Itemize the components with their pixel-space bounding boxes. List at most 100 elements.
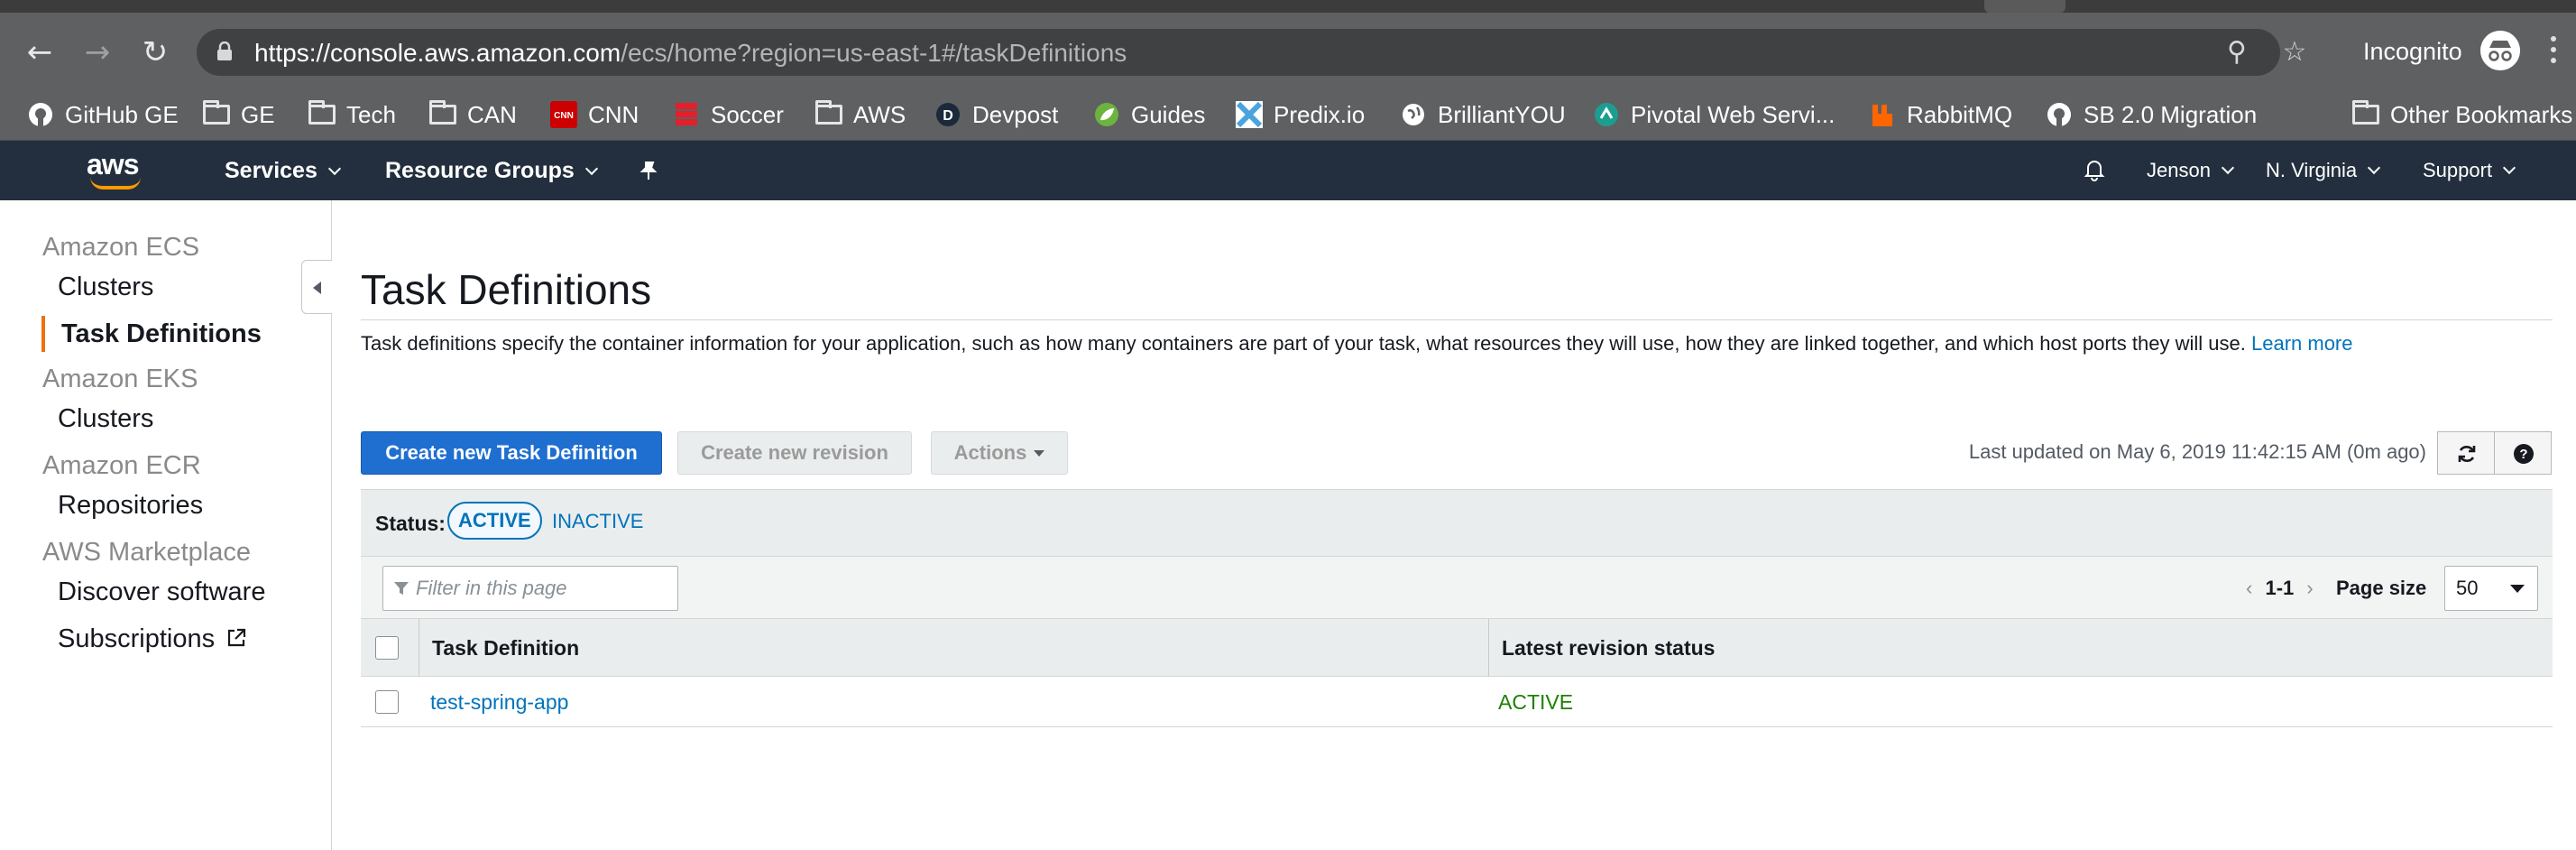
bookmark-github-ge[interactable]: GitHub GE [27, 88, 179, 141]
aws-logo[interactable]: aws [87, 150, 150, 191]
create-task-definition-button[interactable]: Create new Task Definition [361, 431, 662, 475]
resource-groups-menu[interactable]: Resource Groups [385, 141, 598, 200]
bookmark-guides[interactable]: Guides [1093, 88, 1205, 141]
notifications-icon[interactable] [2084, 141, 2105, 200]
main-content: Task Definitions Task definitions specif… [361, 200, 2553, 850]
row-checkbox[interactable] [375, 690, 399, 714]
sidebar-item-task-definitions[interactable]: Task Definitions [61, 319, 262, 349]
pin-icon[interactable] [639, 141, 658, 200]
page-title: Task Definitions [361, 266, 652, 313]
task-definition-link[interactable]: test-spring-app [430, 677, 568, 727]
filter-input[interactable] [382, 566, 678, 611]
region-menu[interactable]: N. Virginia [2266, 141, 2381, 200]
bookmark-label: AWS [853, 100, 906, 128]
sidebar-item-subscriptions[interactable]: Subscriptions [58, 624, 247, 654]
actions-dropdown[interactable]: Actions [931, 431, 1068, 475]
url-host: https://console.aws.amazon.com [254, 39, 621, 67]
title-divider [361, 319, 2553, 320]
bookmark-predix[interactable]: Predix.io [1236, 88, 1365, 141]
svg-text:?: ? [2519, 447, 2527, 462]
sidebar-item-discover-software[interactable]: Discover software [58, 577, 265, 607]
bookmark-can[interactable]: CAN [429, 88, 517, 141]
aws-smile-icon [90, 177, 141, 189]
bookmark-sb-migration[interactable]: SB 2.0 Migration [2046, 88, 2257, 141]
bookmark-other[interactable]: Other Bookmarks [2352, 88, 2572, 141]
help-icon: ? [2514, 444, 2534, 464]
support-menu[interactable]: Support [2423, 141, 2516, 200]
caret-left-icon [313, 282, 321, 294]
back-icon[interactable]: ← [20, 32, 60, 72]
devpost-icon: D [934, 101, 961, 128]
revision-status-value: ACTIVE [1498, 690, 1574, 714]
create-revision-button[interactable]: Create new revision [677, 431, 912, 475]
page-size-label: Page size [2336, 577, 2427, 599]
sidebar-section-ecs[interactable]: Amazon ECS [42, 233, 199, 263]
prev-page-icon[interactable]: ‹ [2246, 577, 2252, 599]
bookmark-aws[interactable]: AWS [815, 88, 906, 141]
zoom-icon[interactable]: ⚲ [2221, 36, 2253, 69]
browser-toolbar: ← → ↻ https://console.aws.amazon.com/ecs… [0, 13, 2576, 88]
column-header-revision-status[interactable]: Latest revision status [1488, 619, 2553, 677]
refresh-button[interactable] [2437, 431, 2495, 475]
forward-icon[interactable]: → [78, 32, 117, 72]
bookmark-cnn[interactable]: CNN CNN [550, 88, 639, 141]
support-label: Support [2423, 159, 2493, 181]
external-link-icon [227, 628, 246, 647]
browser-menu-icon[interactable] [2549, 36, 2558, 69]
bookmark-label: Other Bookmarks [2390, 100, 2573, 128]
folder-icon [2352, 100, 2379, 128]
next-page-icon[interactable]: › [2306, 577, 2313, 599]
page-description: Task definitions specify the container i… [361, 332, 2353, 356]
select-all-checkbox[interactable] [375, 636, 399, 660]
services-menu[interactable]: Services [225, 141, 341, 200]
bookmark-brilliantyou[interactable]: BrilliantYOU [1400, 88, 1566, 141]
chevron-down-icon [327, 162, 341, 176]
sidebar-section-eks[interactable]: Amazon EKS [42, 365, 198, 394]
table-toolbar: ‹ 1-1 › Page size 50 [361, 556, 2553, 619]
bookmark-label: CNN [588, 100, 639, 128]
column-header-task-definition[interactable]: Task Definition [419, 619, 1488, 677]
user-menu[interactable]: Jenson [2147, 141, 2235, 200]
bookmark-devpost[interactable]: D Devpost [934, 88, 1058, 141]
address-bar[interactable]: https://console.aws.amazon.com/ecs/home?… [197, 29, 2306, 76]
help-button[interactable]: ? [2494, 431, 2552, 475]
table-header: Task Definition Latest revision status [361, 619, 2553, 677]
bookmark-ge[interactable]: GE [203, 88, 275, 141]
page-size-select[interactable]: 50 [2444, 566, 2538, 611]
resource-groups-label: Resource Groups [385, 158, 575, 183]
chevron-down-icon [2502, 161, 2516, 175]
bookmark-soccer[interactable]: Soccer [673, 88, 784, 141]
url-text[interactable]: https://console.aws.amazon.com/ecs/home?… [254, 39, 1127, 68]
github-icon [27, 101, 54, 128]
services-label: Services [225, 158, 317, 183]
collapse-sidebar-button[interactable] [301, 260, 332, 314]
refresh-icon [2458, 446, 2476, 462]
reload-icon[interactable]: ↻ [135, 32, 175, 72]
bookmark-label: SB 2.0 Migration [2084, 100, 2258, 128]
bookmark-label: Devpost [972, 100, 1059, 128]
sidebar: Amazon ECS Clusters Task Definitions Ama… [0, 200, 332, 850]
star-icon[interactable]: ☆ [2278, 36, 2311, 69]
sidebar-item-eks-clusters[interactable]: Clusters [58, 404, 153, 434]
status-inactive-toggle[interactable]: INACTIVE [552, 510, 643, 533]
lock-icon [217, 42, 232, 60]
cnn-icon: CNN [550, 101, 577, 128]
active-browser-tab[interactable] [1984, 0, 2065, 13]
description-text: Task definitions specify the container i… [361, 332, 2246, 355]
last-updated-text: Last updated on May 6, 2019 11:42:15 AM … [1968, 440, 2426, 463]
bookmark-rabbitmq[interactable]: RabbitMQ [1869, 88, 2012, 141]
bookmark-label: Guides [1131, 100, 1206, 128]
page-size-value: 50 [2456, 577, 2479, 599]
sidebar-item-ecs-clusters[interactable]: Clusters [58, 273, 153, 302]
url-path: /ecs/home?region=us-east-1#/taskDefiniti… [621, 39, 1127, 67]
sidebar-item-repositories[interactable]: Repositories [58, 491, 203, 521]
learn-more-link[interactable]: Learn more [2251, 332, 2353, 355]
region-label: N. Virginia [2266, 159, 2358, 181]
incognito-icon[interactable] [2480, 31, 2520, 70]
filter-icon [394, 582, 409, 595]
sidebar-section-marketplace[interactable]: AWS Marketplace [42, 538, 251, 568]
bookmark-pivotal[interactable]: Pivotal Web Servi... [1593, 88, 1835, 141]
bookmark-tech[interactable]: Tech [308, 88, 396, 141]
status-active-toggle[interactable]: ACTIVE [447, 502, 542, 540]
sidebar-section-ecr[interactable]: Amazon ECR [42, 451, 201, 481]
